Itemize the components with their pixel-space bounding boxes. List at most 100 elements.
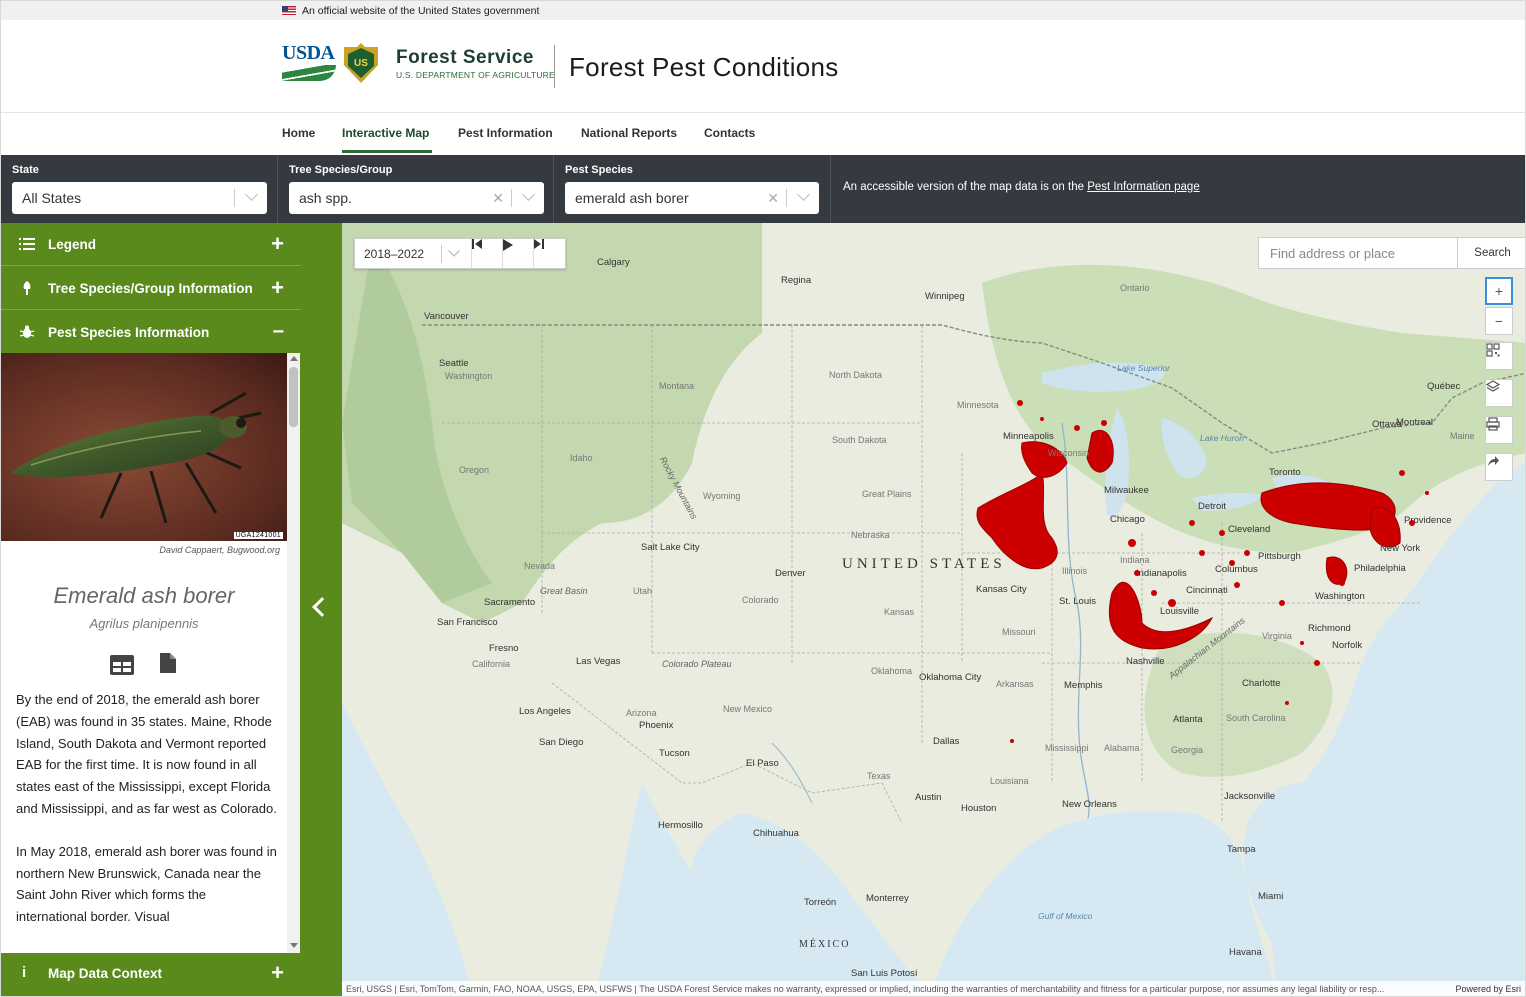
map-label: Texas — [867, 771, 891, 781]
usda-logo[interactable]: USDA — [282, 43, 338, 85]
map-label: Oklahoma City — [919, 672, 982, 683]
panel-scroll-thumb[interactable] — [289, 367, 298, 427]
accessible-note: An accessible version of the map data is… — [843, 181, 1200, 193]
tree-filter: Tree Species/Group ash spp. ✕ — [278, 155, 554, 223]
nav-pest-information[interactable]: Pest Information — [458, 126, 553, 140]
document-icon[interactable] — [160, 653, 176, 673]
map-label: Chihuahua — [753, 828, 799, 839]
expand-plus-icon[interactable]: + — [271, 277, 284, 299]
map-view[interactable]: Calgary Regina Winnipeg Ontario Vancouve… — [342, 223, 1525, 996]
app-root: An official website of the United States… — [0, 0, 1526, 997]
collapse-minus-icon[interactable]: − — [272, 322, 284, 342]
tree-select[interactable]: ash spp. ✕ — [289, 182, 544, 214]
gov-banner: An official website of the United States… — [1, 1, 1525, 20]
map-label: Winnipeg — [925, 291, 965, 302]
chevron-down-icon[interactable] — [797, 188, 810, 201]
map-search: Find address or place Search — [1258, 237, 1525, 269]
country-label: UNITED STATES — [842, 556, 1006, 572]
map-label: Oregon — [459, 465, 490, 475]
panel-collapse-strip[interactable] — [301, 223, 342, 996]
usda-swoosh-icon — [282, 65, 336, 81]
beetle-photo: UGA1241001 — [1, 353, 287, 541]
map-label: Nebraska — [851, 530, 890, 540]
map-label: Wisconsin — [1048, 448, 1090, 458]
state-select-value: All States — [22, 190, 82, 206]
scroll-down-icon[interactable] — [290, 943, 298, 948]
site-title: Forest Pest Conditions — [569, 52, 839, 82]
zoom-out-button[interactable]: − — [1485, 307, 1513, 335]
map-label: St. Louis — [1059, 596, 1096, 607]
search-button[interactable]: Search — [1457, 238, 1525, 268]
layers-icon[interactable] — [1485, 379, 1513, 407]
map-label: Jacksonville — [1224, 791, 1276, 802]
qr-code-icon[interactable] — [1485, 342, 1513, 370]
skip-forward-icon[interactable] — [533, 239, 563, 269]
clear-icon[interactable]: ✕ — [492, 190, 504, 207]
chevron-down-icon[interactable] — [448, 245, 460, 257]
map-label: Oklahoma — [871, 666, 913, 676]
panel-scrollbar[interactable] — [287, 353, 300, 953]
map-label: Cincinnati — [1186, 585, 1228, 596]
map-label: Los Angeles — [519, 706, 571, 717]
map-label: Nevada — [524, 561, 556, 571]
map-label: Tampa — [1227, 844, 1256, 855]
map-label: Regina — [781, 275, 812, 286]
expand-plus-icon[interactable]: + — [271, 962, 284, 984]
nav-national-reports[interactable]: National Reports — [581, 126, 677, 140]
map-label: Colorado — [742, 595, 779, 605]
header-divider — [554, 45, 555, 88]
map-label: Milwaukee — [1104, 485, 1149, 496]
map-label: Montana — [659, 381, 695, 391]
nav-home[interactable]: Home — [282, 126, 315, 140]
time-range-select[interactable]: 2018–2022 — [364, 247, 424, 261]
map-label: South Carolina — [1226, 713, 1286, 723]
state-select[interactable]: All States — [12, 182, 267, 214]
nav-contacts[interactable]: Contacts — [704, 126, 755, 140]
pest-information-link[interactable]: Pest Information page — [1087, 181, 1200, 193]
map-label: Minneapolis — [1003, 431, 1054, 442]
chevron-down-icon[interactable] — [245, 188, 258, 201]
map-label: Minnesota — [957, 400, 999, 410]
map-label: Illinois — [1062, 566, 1088, 576]
zoom-in-button[interactable]: + — [1485, 277, 1513, 305]
attribution-text: Esri, USGS | Esri, TomTom, Garmin, FAO, … — [346, 984, 1385, 994]
select-separator — [441, 245, 442, 263]
map-label: Washington — [1315, 591, 1365, 602]
tree-info-accordion[interactable]: Tree Species/Group Information + — [1, 267, 301, 310]
map-label: Detroit — [1198, 501, 1226, 512]
chevron-down-icon[interactable] — [522, 188, 535, 201]
map-label: Gulf of Mexico — [1038, 911, 1093, 921]
map-label: Monterrey — [866, 893, 909, 904]
pest-info-accordion[interactable]: Pest Species Information − — [1, 311, 301, 354]
pest-select-value: emerald ash borer — [575, 190, 689, 206]
print-icon[interactable] — [1485, 416, 1513, 444]
shield-text: US — [348, 48, 374, 78]
share-icon[interactable] — [1485, 453, 1513, 481]
forest-service-shield-icon[interactable]: US — [344, 43, 378, 83]
map-label: Las Vegas — [576, 656, 621, 667]
map-label: New York — [1380, 543, 1421, 554]
legend-label: Legend — [48, 236, 97, 252]
map-context-accordion[interactable]: i Map Data Context + — [1, 952, 301, 995]
active-tab-indicator — [342, 150, 432, 153]
map-label: Lake Superior — [1117, 363, 1170, 373]
clear-icon[interactable]: ✕ — [767, 190, 779, 207]
mexico-label: MÉXICO — [799, 939, 851, 950]
map-label: San Luis Potosí — [851, 968, 918, 979]
nav-interactive-map[interactable]: Interactive Map — [342, 126, 429, 140]
search-input[interactable]: Find address or place — [1270, 246, 1395, 261]
select-separator — [786, 189, 787, 207]
expand-plus-icon[interactable]: + — [271, 233, 284, 255]
map-label: Montreal — [1396, 417, 1433, 428]
pest-select[interactable]: emerald ash borer ✕ — [565, 182, 819, 214]
pest-paragraph: By the end of 2018, the emerald ash bore… — [16, 692, 277, 816]
map-label: San Diego — [539, 737, 584, 748]
powered-by-esri[interactable]: Powered by Esri — [1455, 984, 1521, 994]
legend-accordion[interactable]: Legend + — [1, 223, 301, 266]
chevron-left-icon[interactable] — [312, 597, 332, 617]
play-icon[interactable] — [502, 239, 532, 269]
table-icon[interactable] — [110, 655, 134, 675]
map-label: Providence — [1404, 515, 1452, 526]
scroll-up-icon[interactable] — [290, 356, 298, 361]
skip-back-icon[interactable] — [471, 239, 501, 269]
